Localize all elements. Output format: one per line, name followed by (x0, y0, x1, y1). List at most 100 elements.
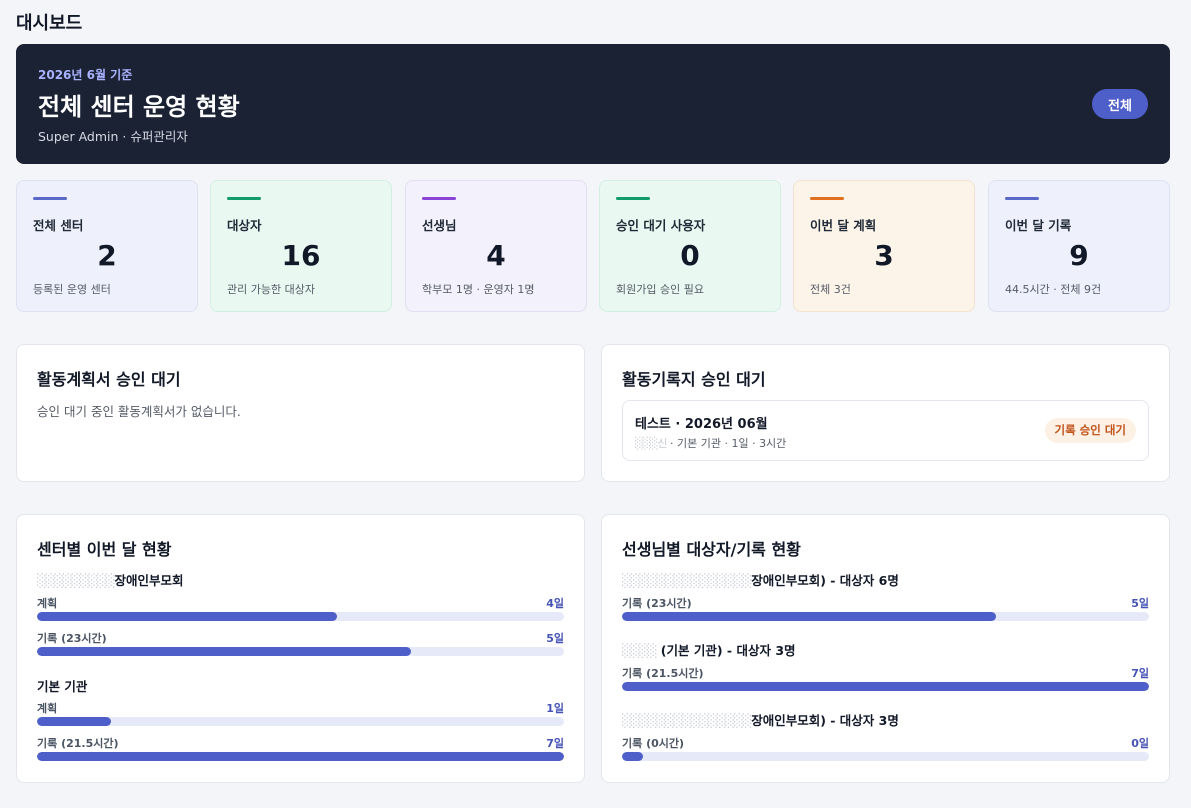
stat-note: 전체 3건 (810, 283, 851, 296)
stat-value: 3 (874, 239, 894, 272)
teacher-group-name: ░░░░░░░░░░░░░░░장애인부모회) - 대상자 6명 (622, 570, 899, 589)
center-name-text: 기본 기관 (37, 679, 88, 694)
stat-accent-bar (422, 197, 456, 200)
center-group-name: 기본 기관 (37, 676, 87, 695)
progress-label: 계획 (37, 597, 58, 610)
stat-card-pending-users: 승인 대기 사용자 0 회원가입 승인 필요 (599, 180, 781, 312)
hero-user-role: Super Admin · 슈퍼관리자 (38, 129, 188, 144)
stat-note: 44.5시간 · 전체 9건 (1005, 283, 1102, 296)
page-title: 대시보드 (16, 13, 83, 34)
pending-record-title: 테스트 · 2026년 06월 (635, 417, 768, 432)
progress-fill (37, 647, 412, 656)
progress-value: 0일 (1131, 737, 1149, 750)
stat-note: 관리 가능한 대상자 (227, 283, 315, 296)
progress-row: 기록 (0시간) 0일 (622, 735, 1149, 767)
progress-fill (37, 752, 564, 761)
status-badge: 기록 승인 대기 (1044, 418, 1136, 443)
stat-note: 등록된 운영 센터 (33, 283, 111, 296)
progress-fill (622, 752, 644, 761)
progress-label: 기록 (23시간) (37, 632, 107, 645)
progress-fill (622, 682, 1149, 691)
pending-record-meta-text: · 기본 기관 · 1일 · 3시간 (666, 437, 787, 450)
stat-value: 2 (97, 239, 117, 272)
progress-label: 기록 (21.5시간) (37, 737, 119, 750)
progress-track (622, 682, 1149, 691)
progress-label: 기록 (0시간) (622, 737, 685, 750)
stat-label: 승인 대기 사용자 (616, 218, 706, 233)
teacher-group-name: ░░░░░░░░░░░░░░░장애인부모회) - 대상자 3명 (622, 710, 899, 729)
progress-row: 기록 (23시간) 5일 (622, 595, 1149, 627)
stat-accent-bar (33, 197, 67, 200)
stat-accent-bar (1005, 197, 1039, 200)
stat-label: 선생님 (422, 218, 457, 233)
plan-approval-card: 활동계획서 승인 대기 승인 대기 중인 활동계획서가 없습니다. (16, 344, 585, 482)
stat-label: 이번 달 기록 (1005, 218, 1072, 233)
teacher-group-name: ░░░░ (기본 기관) - 대상자 3명 (622, 640, 796, 659)
hero-banner: 2026년 6월 기준 전체 센터 운영 현황 Super Admin · 슈퍼… (16, 44, 1170, 164)
redacted-name: ░░░░░░░░░░░░░░░ (622, 713, 752, 728)
redacted-name: ░░░신 (635, 437, 667, 450)
progress-fill (622, 612, 997, 621)
progress-label: 계획 (37, 702, 58, 715)
progress-track (37, 647, 564, 656)
progress-fill (37, 717, 111, 726)
progress-value: 1일 (546, 702, 564, 715)
progress-label: 기록 (21.5시간) (622, 667, 704, 680)
redacted-name: ░░░░░░░░░ (37, 573, 116, 588)
progress-row: 계획 1일 (37, 700, 564, 732)
progress-row: 계획 4일 (37, 595, 564, 627)
empty-message: 승인 대기 중인 활동계획서가 없습니다. (37, 404, 241, 419)
stat-value: 16 (281, 239, 321, 272)
stat-note: 학부모 1명 · 운영자 1명 (422, 283, 535, 296)
card-title: 센터별 이번 달 현황 (37, 540, 172, 559)
teacher-name-text: 장애인부모회) - 대상자 6명 (751, 573, 899, 588)
stat-card-teachers: 선생님 4 학부모 1명 · 운영자 1명 (405, 180, 587, 312)
stat-label: 대상자 (227, 218, 262, 233)
redacted-name: ░░░░ (622, 643, 657, 658)
record-approval-card: 활동기록지 승인 대기 테스트 · 2026년 06월 ░░░신 · 기본 기관… (601, 344, 1170, 482)
stat-value: 9 (1069, 239, 1089, 272)
progress-value: 7일 (546, 737, 564, 750)
pending-record-meta: ░░░신 · 기본 기관 · 1일 · 3시간 (635, 435, 786, 451)
center-name-text: 장애인부모회 (114, 573, 184, 588)
stat-card-month-records: 이번 달 기록 9 44.5시간 · 전체 9건 (988, 180, 1170, 312)
stat-value: 4 (486, 239, 506, 272)
card-title: 선생님별 대상자/기록 현황 (622, 540, 801, 559)
card-title: 활동계획서 승인 대기 (37, 370, 181, 389)
teacher-name-text: (기본 기관) - 대상자 3명 (656, 643, 796, 658)
progress-row: 기록 (21.5시간) 7일 (622, 665, 1149, 697)
stat-accent-bar (810, 197, 844, 200)
stat-note: 회원가입 승인 필요 (616, 283, 704, 296)
teacher-status-card: 선생님별 대상자/기록 현황 ░░░░░░░░░░░░░░░장애인부모회) - … (601, 514, 1170, 783)
progress-row: 기록 (23시간) 5일 (37, 630, 564, 662)
progress-value: 4일 (546, 597, 564, 610)
stat-accent-bar (616, 197, 650, 200)
progress-value: 7일 (1131, 667, 1149, 680)
progress-track (37, 752, 564, 761)
center-group-name: ░░░░░░░░░장애인부모회 (37, 570, 184, 589)
stat-card-centers: 전체 센터 2 등록된 운영 센터 (16, 180, 198, 312)
progress-row: 기록 (21.5시간) 7일 (37, 735, 564, 767)
progress-track (37, 717, 564, 726)
stat-label: 전체 센터 (33, 218, 84, 233)
stat-card-clients: 대상자 16 관리 가능한 대상자 (210, 180, 392, 312)
hero-title: 전체 센터 운영 현황 (38, 93, 240, 121)
progress-value: 5일 (546, 632, 564, 645)
teacher-name-text: 장애인부모회) - 대상자 3명 (751, 713, 899, 728)
stat-label: 이번 달 계획 (810, 218, 877, 233)
stat-cards: 전체 센터 2 등록된 운영 센터 대상자 16 관리 가능한 대상자 선생님 … (16, 180, 1170, 312)
progress-track (37, 612, 564, 621)
progress-value: 5일 (1131, 597, 1149, 610)
progress-fill (37, 612, 338, 621)
stat-accent-bar (227, 197, 261, 200)
progress-track (622, 752, 1149, 761)
progress-label: 기록 (23시간) (622, 597, 692, 610)
pending-record-item[interactable]: 테스트 · 2026년 06월 ░░░신 · 기본 기관 · 1일 · 3시간 … (622, 400, 1149, 461)
scope-all-button[interactable]: 전체 (1092, 89, 1148, 119)
hero-date: 2026년 6월 기준 (38, 68, 133, 82)
stat-card-month-plans: 이번 달 계획 3 전체 3건 (793, 180, 975, 312)
redacted-name: ░░░░░░░░░░░░░░░ (622, 573, 752, 588)
center-status-card: 센터별 이번 달 현황 ░░░░░░░░░장애인부모회 계획 4일 기록 (23… (16, 514, 585, 783)
stat-value: 0 (680, 239, 700, 272)
card-title: 활동기록지 승인 대기 (622, 370, 766, 389)
